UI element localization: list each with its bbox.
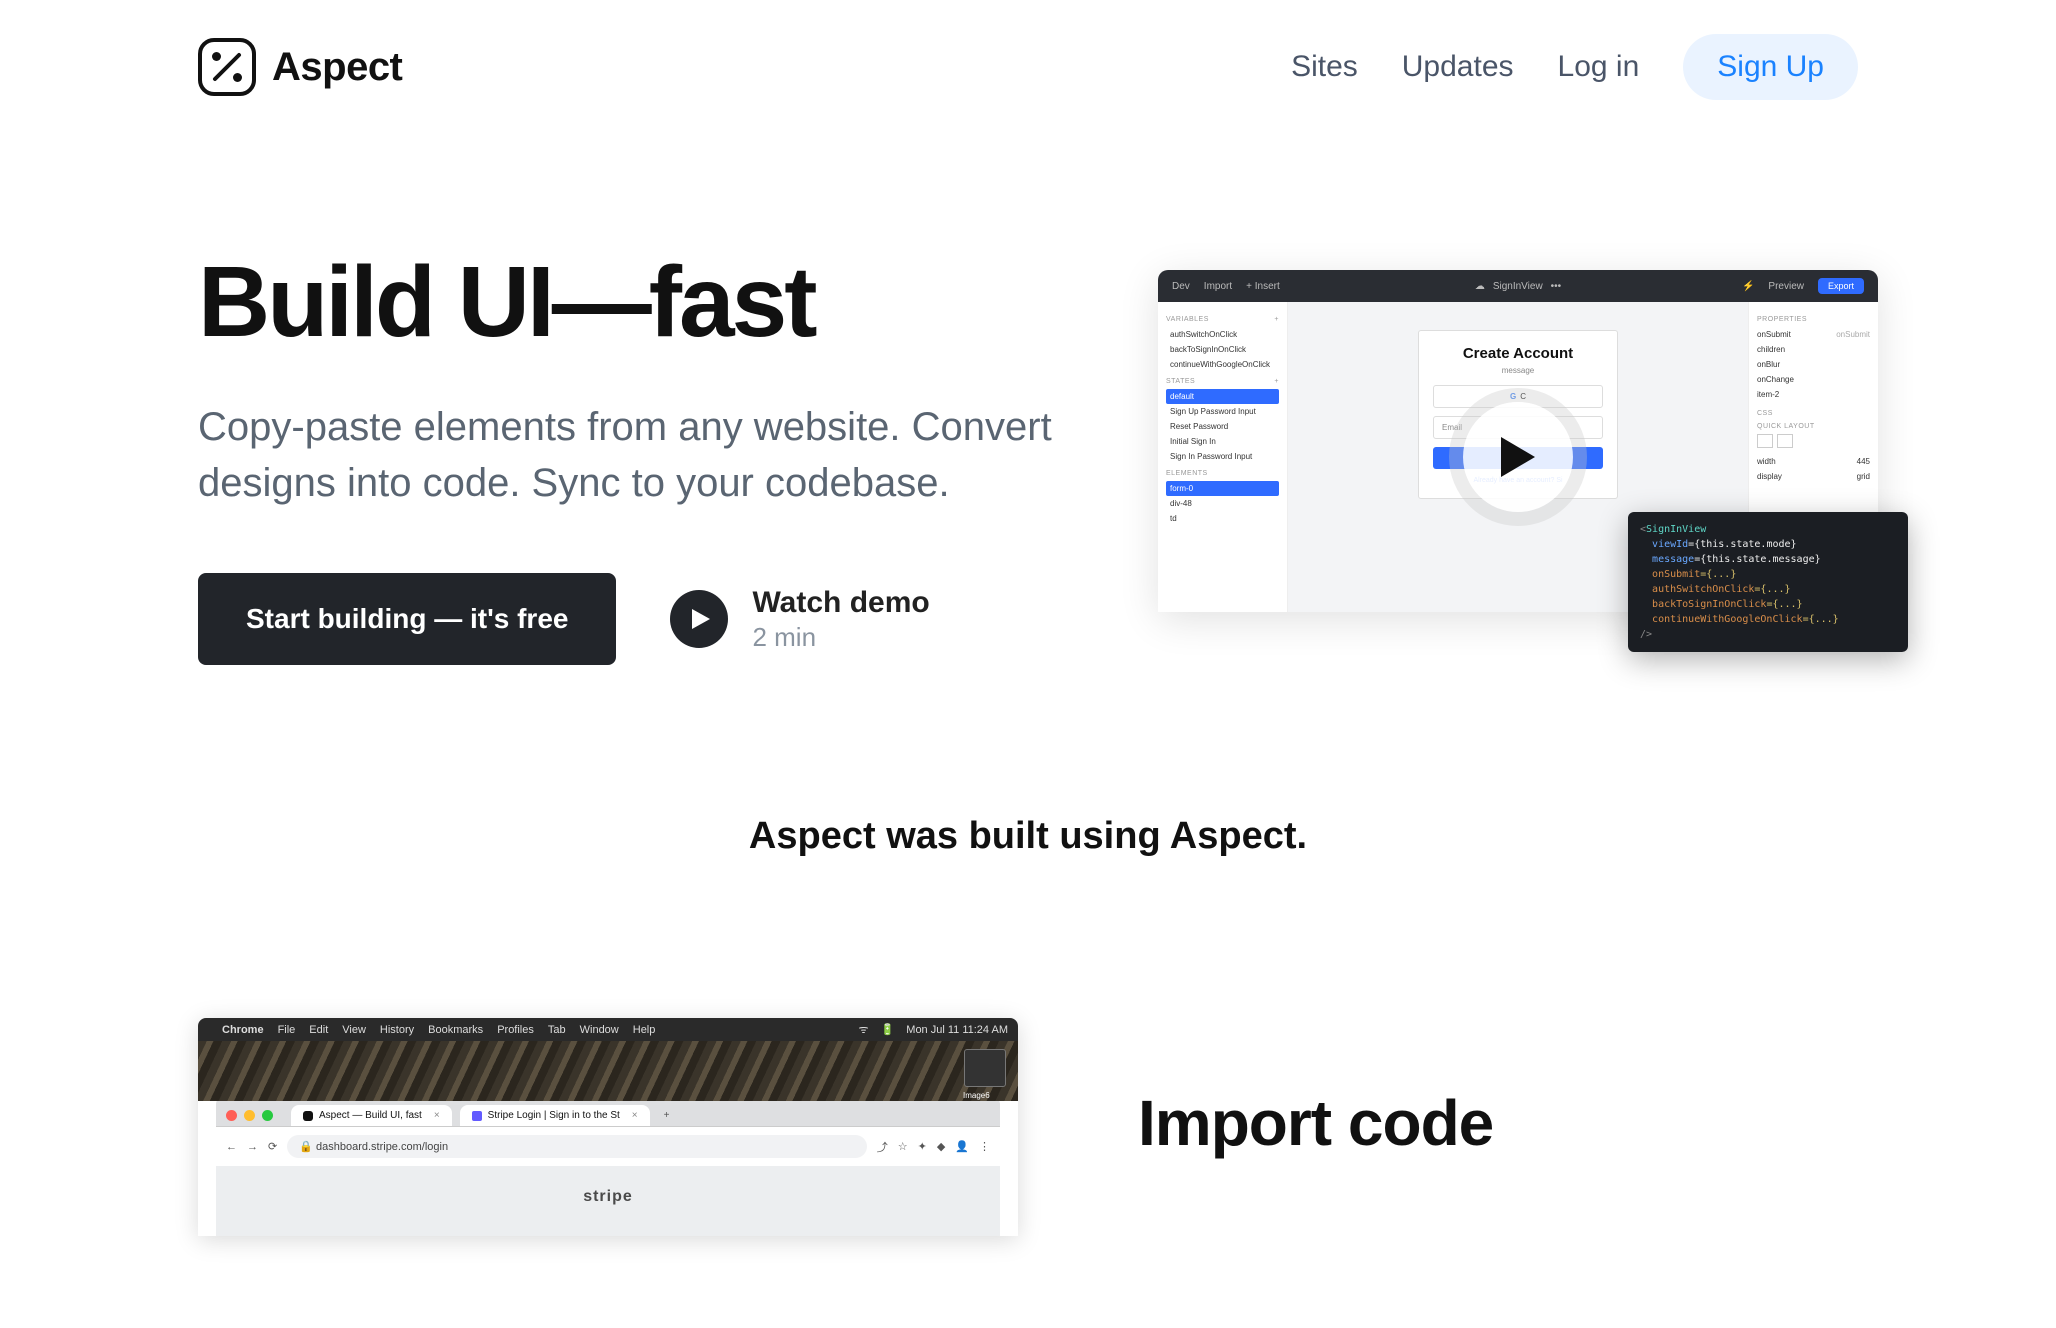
play-overlay-icon[interactable] <box>1463 402 1573 512</box>
menu-item: Window <box>580 1024 619 1036</box>
macos-menubar: Chrome File Edit View History Bookmarks … <box>198 1018 1018 1041</box>
reload-icon: ⟳ <box>268 1140 277 1153</box>
editor-title: SignInView <box>1493 281 1543 292</box>
lightning-icon: ⚡ <box>1742 281 1754 292</box>
var-item: backToSignInOnClick <box>1166 342 1279 357</box>
menu-icon: ⋮ <box>979 1140 990 1153</box>
menu-item: Edit <box>309 1024 328 1036</box>
tagline: Aspect was built using Aspect. <box>198 745 1858 1018</box>
menu-item: Bookmarks <box>428 1024 483 1036</box>
editor-left-panel: VARIABLES+ authSwitchOnClick backToSignI… <box>1158 302 1288 612</box>
menu-item: Help <box>633 1024 656 1036</box>
editor-insert: + Insert <box>1246 281 1280 292</box>
share-icon: ⤴ <box>877 1139 888 1155</box>
element-item: td <box>1166 511 1279 526</box>
var-item: authSwitchOnClick <box>1166 327 1279 342</box>
profile-icon: 👤 <box>955 1140 969 1153</box>
canvas-heading: Create Account <box>1433 345 1603 362</box>
nav-login[interactable]: Log in <box>1558 50 1640 84</box>
top-nav: Aspect Sites Updates Log in Sign Up <box>198 0 1858 120</box>
state-item: Sign Up Password Input <box>1166 404 1279 419</box>
battery-icon: 🔋 <box>881 1023 895 1036</box>
editor-import: Import <box>1204 281 1232 292</box>
import-code-heading: Import code <box>1138 1086 1858 1160</box>
stripe-logo: stripe <box>583 1188 633 1206</box>
editor-dev: Dev <box>1172 281 1190 292</box>
hero-subtitle: Copy-paste elements from any website. Co… <box>198 399 1058 511</box>
state-item: default <box>1166 389 1279 404</box>
watch-demo-label: Watch demo <box>752 586 929 620</box>
menu-item: Tab <box>548 1024 566 1036</box>
hero: Build UI—fast Copy-paste elements from a… <box>198 120 1858 745</box>
brand[interactable]: Aspect <box>198 38 402 96</box>
forward-icon: → <box>247 1141 258 1153</box>
code-popup: <SignInView viewId={this.state.mode} mes… <box>1628 512 1908 652</box>
editor-export-btn: Export <box>1818 278 1864 294</box>
menu-item: File <box>278 1024 296 1036</box>
nav-sites[interactable]: Sites <box>1291 50 1358 84</box>
hero-title: Build UI—fast <box>198 250 1098 355</box>
new-tab-icon: + <box>658 1110 676 1121</box>
browser-tab: Stripe Login | Sign in to the St× <box>460 1105 650 1126</box>
editor-topbar: Dev Import + Insert ☁ SignInView ••• ⚡ P… <box>1158 270 1878 302</box>
cloud-icon: ☁ <box>1475 281 1485 292</box>
element-item: form-0 <box>1166 481 1279 496</box>
desktop-wallpaper <box>198 1041 1018 1101</box>
lock-icon: 🔒 <box>299 1141 316 1153</box>
state-item: Sign In Password Input <box>1166 449 1279 464</box>
element-item: div-48 <box>1166 496 1279 511</box>
state-item: Initial Sign In <box>1166 434 1279 449</box>
star-icon: ☆ <box>898 1140 908 1153</box>
watch-demo-duration: 2 min <box>752 622 929 653</box>
editor-preview[interactable]: Dev Import + Insert ☁ SignInView ••• ⚡ P… <box>1158 270 1878 612</box>
editor-more: ••• <box>1551 281 1562 292</box>
watch-demo-button[interactable]: Watch demo 2 min <box>670 586 929 653</box>
page-content: stripe <box>216 1166 1000 1236</box>
nav-updates[interactable]: Updates <box>1402 50 1514 84</box>
chrome-window: Aspect — Build UI, fast× Stripe Login | … <box>216 1095 1000 1236</box>
canvas-message: message <box>1433 366 1603 375</box>
browser-mockup: Chrome File Edit View History Bookmarks … <box>198 1018 1018 1236</box>
menu-item: Chrome <box>222 1024 264 1036</box>
menu-item: View <box>342 1024 366 1036</box>
nav-links: Sites Updates Log in Sign Up <box>1291 34 1858 100</box>
signup-button[interactable]: Sign Up <box>1683 34 1858 100</box>
import-section: Chrome File Edit View History Bookmarks … <box>198 1018 1858 1276</box>
url-text: dashboard.stripe.com/login <box>316 1141 448 1153</box>
url-bar: ← → ⟳ 🔒 dashboard.stripe.com/login ⤴ ☆ ✦… <box>216 1126 1000 1166</box>
editor-preview-btn: Preview <box>1768 281 1804 292</box>
desktop-file-icon <box>964 1049 1006 1087</box>
wifi-icon: ᯤ <box>859 1022 869 1037</box>
brand-name: Aspect <box>272 45 402 90</box>
browser-tab: Aspect — Build UI, fast× <box>291 1105 452 1126</box>
ext-icon: ◆ <box>937 1140 945 1153</box>
start-building-button[interactable]: Start building — it's free <box>198 573 616 665</box>
menu-item: Profiles <box>497 1024 534 1036</box>
play-icon <box>670 590 728 648</box>
menu-item: History <box>380 1024 414 1036</box>
ext-icon: ✦ <box>918 1140 927 1153</box>
back-icon: ← <box>226 1141 237 1153</box>
aspect-logo-icon <box>198 38 256 96</box>
var-item: continueWithGoogleOnClick <box>1166 357 1279 372</box>
traffic-lights <box>226 1110 273 1121</box>
menubar-clock: Mon Jul 11 11:24 AM <box>906 1024 1008 1036</box>
state-item: Reset Password <box>1166 419 1279 434</box>
